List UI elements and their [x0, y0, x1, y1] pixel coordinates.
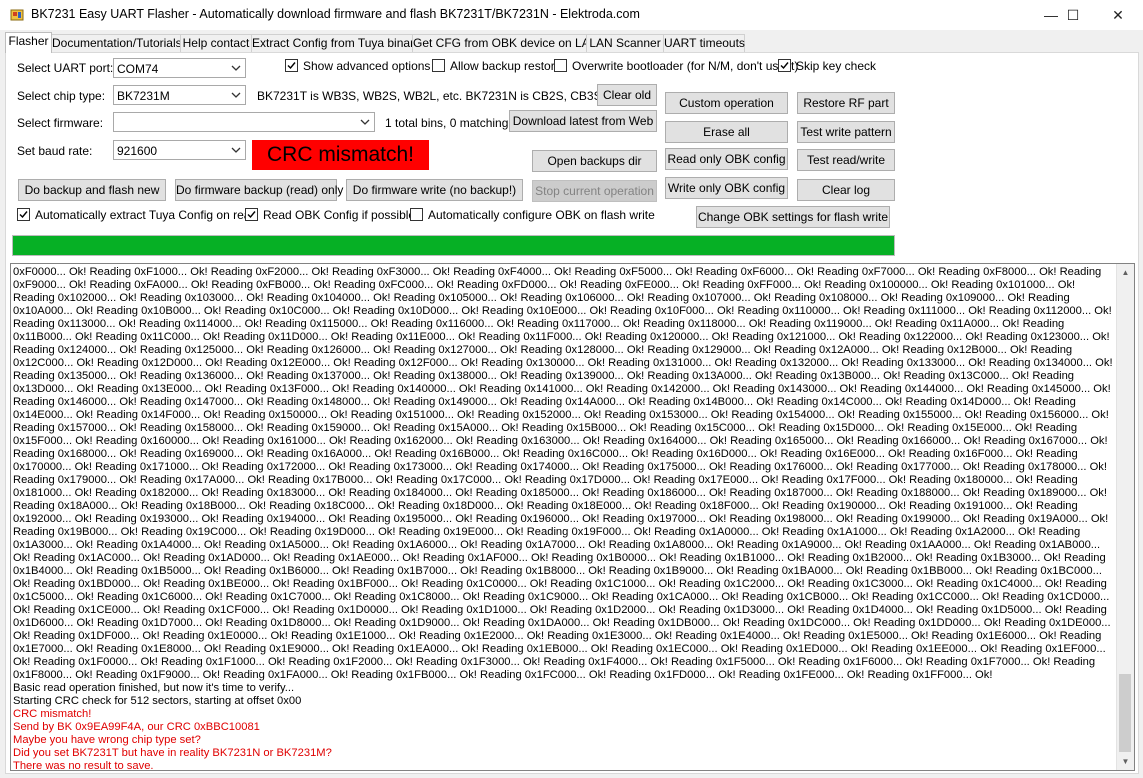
test-write-pattern-button[interactable]: Test write pattern [797, 121, 895, 143]
auto-configure-obk-checkbox[interactable]: Automatically configure OBK on flash wri… [410, 208, 655, 222]
change-obk-settings-button[interactable]: Change OBK settings for flash write [696, 206, 890, 228]
write-obk-config-button[interactable]: Write only OBK config [665, 177, 788, 199]
restore-rf-button[interactable]: Restore RF part [797, 92, 895, 114]
crc-status-badge: CRC mismatch! [252, 140, 429, 170]
checkbox-checked-icon [285, 59, 298, 72]
tab-help-contact[interactable]: Help contact [180, 34, 252, 52]
log-line: Starting CRC check for 512 sectors, star… [13, 695, 302, 707]
baud-rate-value: 921600 [117, 144, 158, 158]
scrollbar-thumb[interactable] [1119, 674, 1131, 752]
checkbox-checked-icon [17, 208, 30, 221]
scroll-down-icon[interactable]: ▼ [1117, 753, 1134, 770]
uart-port-label: Select UART port: [17, 61, 114, 75]
clear-log-button[interactable]: Clear log [797, 179, 895, 201]
read-obk-config-button[interactable]: Read only OBK config [665, 148, 788, 170]
chip-type-label: Select chip type: [17, 89, 106, 103]
progress-bar [12, 235, 895, 256]
test-read-write-button[interactable]: Test read/write [797, 149, 895, 171]
chevron-down-icon [231, 92, 241, 98]
log-line: Basic read operation finished, but now i… [13, 682, 295, 694]
tab-extract-config[interactable]: Extract Config from Tuya binary [251, 34, 420, 52]
checkbox-checked-icon [778, 59, 791, 72]
close-button[interactable]: ✕ [1095, 0, 1141, 30]
firmware-backup-button[interactable]: Do firmware backup (read) only [175, 179, 343, 201]
checkbox-unchecked-icon [554, 59, 567, 72]
overwrite-bootloader-checkbox[interactable]: Overwrite bootloader (for N/M, don't use… [554, 59, 798, 73]
tab-flasher[interactable]: Flasher [5, 32, 52, 53]
scroll-up-icon[interactable]: ▲ [1117, 264, 1134, 281]
chip-type-value: BK7231M [117, 89, 170, 103]
firmware-label: Select firmware: [17, 116, 104, 130]
firmware-write-button[interactable]: Do firmware write (no backup!) [346, 179, 523, 201]
firmware-select[interactable] [113, 112, 375, 132]
app-icon [10, 9, 24, 21]
tab-get-cfg-obk[interactable]: Get CFG from OBK device on LAN [412, 34, 598, 52]
baud-rate-label: Set baud rate: [17, 144, 93, 158]
tab-uart-timeouts[interactable]: UART timeouts [663, 34, 745, 52]
progress-fill [13, 236, 894, 255]
show-advanced-checkbox[interactable]: Show advanced options [285, 59, 430, 73]
erase-all-button[interactable]: Erase all [665, 121, 788, 143]
checkbox-unchecked-icon [432, 59, 445, 72]
chevron-down-icon [360, 119, 370, 125]
chevron-down-icon [231, 147, 241, 153]
checkbox-unchecked-icon [410, 208, 423, 221]
chevron-down-icon [231, 65, 241, 71]
log-scrollbar[interactable]: ▲ ▼ [1116, 264, 1134, 770]
read-obk-config-checkbox[interactable]: Read OBK Config if possible [245, 208, 415, 222]
uart-port-value: COM74 [117, 62, 159, 76]
log-output[interactable]: 0xF0000... Ok! Reading 0xF1000... Ok! Re… [10, 263, 1135, 771]
uart-port-select[interactable]: COM74 [113, 58, 246, 78]
log-error-line: Send by BK 0x9EA99F4A, our CRC 0xBBC1008… [13, 721, 260, 733]
log-text: 0xF0000... Ok! Reading 0xF1000... Ok! Re… [13, 266, 1115, 771]
tab-lan-scanner[interactable]: LAN Scanner [586, 34, 664, 52]
allow-backup-restore-checkbox[interactable]: Allow backup restore [432, 59, 561, 73]
log-error-line: CRC mismatch! [13, 708, 92, 720]
checkbox-checked-icon [245, 208, 258, 221]
baud-rate-select[interactable]: 921600 [113, 140, 246, 160]
stop-operation-button[interactable]: Stop current operation [532, 180, 657, 202]
open-backups-button[interactable]: Open backups dir [532, 150, 657, 172]
clear-old-button[interactable]: Clear old [597, 84, 657, 106]
skip-key-check-checkbox[interactable]: Skip key check [778, 59, 876, 73]
auto-extract-tuya-checkbox[interactable]: Automatically extract Tuya Config on rea… [17, 208, 257, 222]
title-bar: BK7231 Easy UART Flasher - Automatically… [0, 0, 1143, 30]
window-title: BK7231 Easy UART Flasher - Automatically… [31, 7, 640, 21]
backup-and-flash-button[interactable]: Do backup and flash new [18, 179, 166, 201]
maximize-button[interactable]: ☐ [1050, 0, 1096, 30]
log-reading-block: 0xF0000... Ok! Reading 0xF1000... Ok! Re… [13, 266, 1113, 681]
download-latest-button[interactable]: Download latest from Web [509, 110, 657, 132]
log-error-line: Did you set BK7231T but have in reality … [13, 747, 332, 759]
log-error-line: There was no result to save. [13, 760, 154, 771]
tab-documentation[interactable]: Documentation/Tutorials [51, 34, 182, 52]
bins-info-text: 1 total bins, 0 matching. [385, 116, 512, 130]
log-error-line: Maybe you have wrong chip type set? [13, 734, 201, 746]
custom-operation-button[interactable]: Custom operation [665, 92, 788, 114]
chip-type-select[interactable]: BK7231M [113, 85, 246, 105]
chip-hint-text: BK7231T is WB3S, WB2S, WB2L, etc. BK7231… [257, 89, 625, 103]
